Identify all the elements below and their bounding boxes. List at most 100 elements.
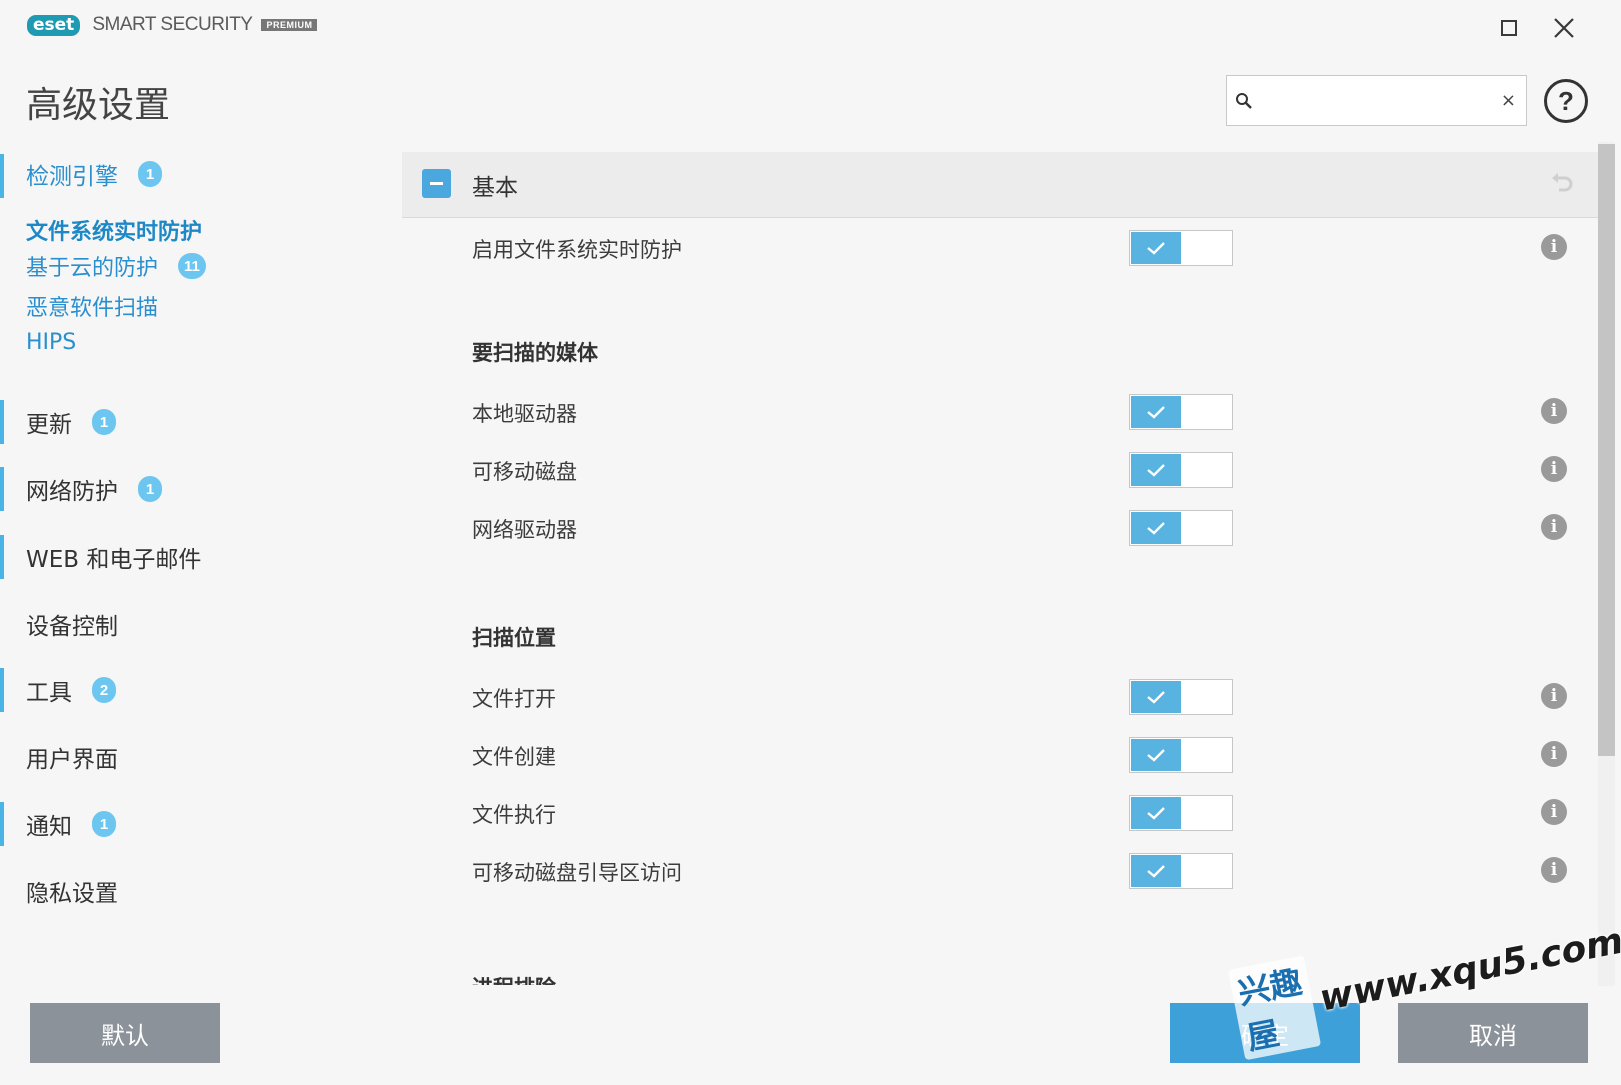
info-icon[interactable]: i: [1541, 514, 1567, 540]
toggle-on: [1131, 232, 1181, 264]
notification-badge: 1: [92, 409, 116, 435]
settings-panel: 基本 启用文件系统实时防护 i 要扫描的媒体 本地驱动器 i 可移动磁盘 i 网…: [402, 152, 1598, 985]
close-icon: [1554, 18, 1574, 38]
notification-badge: 1: [138, 161, 162, 187]
scrollbar-thumb[interactable]: [1598, 144, 1615, 756]
setting-label: 可移动磁盘引导区访问: [472, 861, 682, 885]
setting-row-enable-realtime: 启用文件系统实时防护 i: [402, 228, 1598, 268]
sidebar-subitem-label: HIPS: [26, 330, 77, 355]
sidebar-subitem-realtime-protection[interactable]: 文件系统实时防护: [26, 214, 202, 246]
setting-label: 文件创建: [472, 745, 556, 769]
check-icon: [1147, 242, 1165, 255]
eset-logo: eset: [27, 14, 81, 36]
toggle-on: [1131, 681, 1181, 713]
setting-label: 文件打开: [472, 687, 556, 711]
setting-row-file-creation: 文件创建 i: [402, 735, 1598, 775]
sidebar-item-label: 通知: [26, 814, 72, 840]
search-box[interactable]: ×: [1226, 75, 1527, 126]
sidebar-item-privacy[interactable]: 隐私设置: [0, 869, 118, 913]
info-icon[interactable]: i: [1541, 683, 1567, 709]
sidebar-item-update[interactable]: 更新 1: [0, 400, 116, 444]
info-icon[interactable]: i: [1541, 741, 1567, 767]
sidebar-item-label: 工具: [26, 680, 72, 706]
group-indicator: [0, 467, 4, 511]
boot-sector-access-toggle[interactable]: [1129, 853, 1233, 889]
toggle-on: [1131, 855, 1181, 887]
group-indicator: [0, 802, 4, 846]
check-icon: [1147, 464, 1165, 477]
search-input[interactable]: [1261, 84, 1491, 118]
sidebar-item-label: 更新: [26, 412, 72, 438]
setting-row-file-open: 文件打开 i: [402, 677, 1598, 717]
setting-label: 可移动磁盘: [472, 460, 577, 484]
sidebar-subitem-label: 基于云的防护: [26, 256, 159, 281]
info-icon[interactable]: i: [1541, 857, 1567, 883]
notification-badge: 1: [138, 476, 162, 502]
toggle-on: [1131, 454, 1181, 486]
close-button[interactable]: [1548, 12, 1580, 44]
edition-badge: PREMIUM: [261, 19, 318, 31]
sidebar-item-detection-engine[interactable]: 检测引擎 1: [0, 154, 162, 198]
info-icon[interactable]: i: [1541, 398, 1567, 424]
setting-label: 本地驱动器: [472, 402, 577, 426]
removable-media-toggle[interactable]: [1129, 452, 1233, 488]
default-button[interactable]: 默认: [30, 1003, 220, 1063]
section-header[interactable]: 基本: [402, 152, 1598, 218]
product-name: SMART SECURITY: [92, 14, 253, 35]
sidebar-subitem-hips[interactable]: HIPS: [26, 330, 76, 355]
sidebar-item-tools[interactable]: 工具 2: [0, 668, 116, 712]
enable-realtime-toggle[interactable]: [1129, 230, 1233, 266]
info-icon[interactable]: i: [1541, 456, 1567, 482]
app-logo: eset SMART SECURITY PREMIUM: [27, 14, 318, 36]
sidebar-subitem-malware-scan[interactable]: 恶意软件扫描: [26, 290, 158, 322]
setting-label: 网络驱动器: [472, 518, 577, 542]
search-icon: [1236, 93, 1252, 109]
setting-row-removable-media: 可移动磁盘 i: [402, 450, 1598, 490]
file-execution-toggle[interactable]: [1129, 795, 1233, 831]
toggle-on: [1131, 739, 1181, 771]
clear-search-icon[interactable]: ×: [1501, 90, 1516, 111]
sidebar-item-user-interface[interactable]: 用户界面: [0, 735, 118, 779]
file-open-toggle[interactable]: [1129, 679, 1233, 715]
info-icon[interactable]: i: [1541, 799, 1567, 825]
group-heading-scan-location: 扫描位置: [472, 626, 556, 650]
network-drives-toggle[interactable]: [1129, 510, 1233, 546]
collapse-section-button[interactable]: [422, 169, 451, 198]
toggle-on: [1131, 512, 1181, 544]
check-icon: [1147, 691, 1165, 704]
sidebar-item-network-protection[interactable]: 网络防护 1: [0, 467, 162, 511]
group-heading-media: 要扫描的媒体: [472, 341, 598, 365]
sidebar-item-label: 隐私设置: [26, 881, 118, 907]
check-icon: [1147, 522, 1165, 535]
sidebar-item-label: 用户界面: [26, 747, 118, 773]
info-icon[interactable]: i: [1541, 234, 1567, 260]
sidebar-subitem-label: 文件系统实时防护: [26, 220, 203, 245]
content-scrollbar[interactable]: [1598, 142, 1615, 986]
sidebar-item-label: 设备控制: [26, 614, 118, 640]
check-icon: [1147, 406, 1165, 419]
sidebar-item-web-email[interactable]: WEB 和电子邮件: [0, 535, 201, 579]
help-button[interactable]: ?: [1544, 79, 1588, 123]
setting-row-network-drives: 网络驱动器 i: [402, 508, 1598, 548]
section-title: 基本: [472, 175, 518, 201]
maximize-button[interactable]: [1493, 12, 1525, 44]
sidebar-subitem-cloud-protection[interactable]: 基于云的防护 11: [26, 250, 206, 282]
sidebar-subitem-label: 恶意软件扫描: [26, 296, 159, 321]
file-creation-toggle[interactable]: [1129, 737, 1233, 773]
notification-badge: 1: [92, 811, 116, 837]
sidebar-item-notifications[interactable]: 通知 1: [0, 802, 116, 846]
toggle-on: [1131, 396, 1181, 428]
setting-row-boot-sector-access: 可移动磁盘引导区访问 i: [402, 851, 1598, 891]
revert-icon[interactable]: [1548, 170, 1576, 198]
toggle-on: [1131, 797, 1181, 829]
setting-label: 文件执行: [472, 803, 556, 827]
group-indicator: [0, 154, 4, 198]
notification-badge: 11: [178, 253, 206, 279]
sidebar-item-label: 网络防护: [26, 479, 118, 505]
setting-row-local-drives: 本地驱动器 i: [402, 392, 1598, 432]
local-drives-toggle[interactable]: [1129, 394, 1233, 430]
check-icon: [1147, 749, 1165, 762]
group-indicator: [0, 668, 4, 712]
sidebar-item-device-control[interactable]: 设备控制: [0, 602, 118, 646]
title-bar: eset SMART SECURITY PREMIUM: [0, 0, 1621, 56]
